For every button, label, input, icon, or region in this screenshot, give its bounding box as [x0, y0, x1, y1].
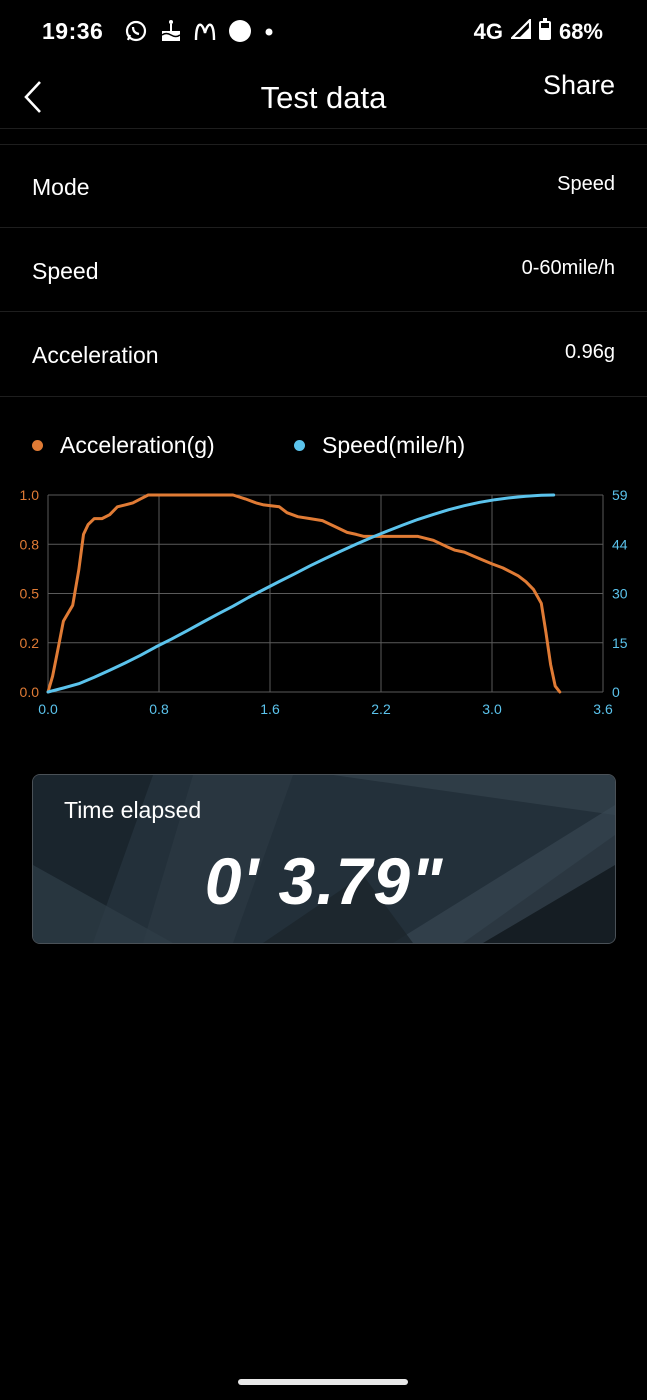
row-speed: Speed 0-60mile/h	[0, 230, 647, 314]
network-type: 4G	[473, 19, 503, 44]
y-right-tick-label: 44	[612, 536, 628, 552]
row-label: Speed	[32, 258, 99, 284]
time-elapsed-value: 0' 3.79"	[204, 844, 444, 918]
legend-label: Acceleration(g)	[60, 432, 215, 458]
whatsapp-icon	[124, 19, 148, 48]
y-left-tick-label: 1.0	[20, 487, 40, 503]
row-label: Acceleration	[32, 342, 159, 368]
y-right-tick-label: 30	[612, 586, 628, 602]
battery-percent: 68%	[558, 19, 603, 44]
y-left-tick-label: 0.0	[20, 684, 40, 700]
notification-icons	[124, 19, 274, 48]
row-mode: Mode Speed	[0, 146, 647, 230]
row-value: Speed	[557, 173, 615, 195]
time-elapsed-card: Time elapsed 0' 3.79"	[32, 774, 616, 944]
acceleration-speed-chart: 0.0 0.8 1.6 2.2 3.0 3.6 0.0 0 0.2 15 0.5 30 0.8 44 1.0…	[20, 487, 628, 717]
circle-icon	[228, 19, 252, 48]
x-tick-label: 0.0	[38, 701, 58, 717]
dot-icon	[264, 24, 274, 42]
y-right-tick-label: 15	[612, 635, 628, 651]
y-left-tick-label: 0.8	[20, 536, 40, 552]
app-header: Test data Share	[0, 66, 647, 128]
x-tick-label: 1.6	[260, 701, 280, 717]
battery-icon	[538, 18, 551, 46]
x-tick-label: 0.8	[149, 701, 169, 717]
x-tick-label: 3.6	[593, 701, 613, 717]
signal-icon	[509, 17, 532, 45]
y-left-tick-label: 0.5	[20, 586, 40, 602]
time-elapsed-label: Time elapsed	[64, 797, 202, 823]
status-bar: 19:36 4G 68%	[0, 0, 647, 66]
x-tick-label: 2.2	[371, 701, 391, 717]
mcdonalds-icon	[194, 21, 216, 46]
divider	[0, 144, 647, 145]
row-value: 0.96g	[564, 341, 615, 363]
divider	[0, 396, 647, 397]
share-button[interactable]: Share	[543, 70, 615, 101]
divider	[0, 311, 647, 312]
status-right: 4G 68%	[473, 17, 603, 46]
legend-acceleration: Acceleration(g)	[32, 432, 215, 459]
legend-speed: Speed(mile/h)	[294, 432, 465, 459]
row-label: Mode	[32, 174, 90, 200]
y-right-tick-label: 59	[612, 487, 628, 503]
legend-label: Speed(mile/h)	[322, 432, 466, 458]
divider	[0, 227, 647, 228]
home-indicator[interactable]	[238, 1379, 408, 1385]
x-tick-label: 3.0	[482, 701, 502, 717]
legend-dot	[32, 440, 43, 451]
y-right-tick-label: 0	[612, 684, 620, 700]
status-time: 19:36	[42, 18, 104, 44]
chart-legend: Acceleration(g) Speed(mile/h)	[0, 420, 647, 472]
cake-icon	[160, 19, 182, 48]
y-left-tick-label: 0.2	[20, 635, 40, 651]
row-value: 0-60mile/h	[521, 257, 615, 279]
divider	[0, 128, 647, 129]
legend-dot	[294, 440, 305, 451]
row-acceleration: Acceleration 0.96g	[0, 314, 647, 398]
